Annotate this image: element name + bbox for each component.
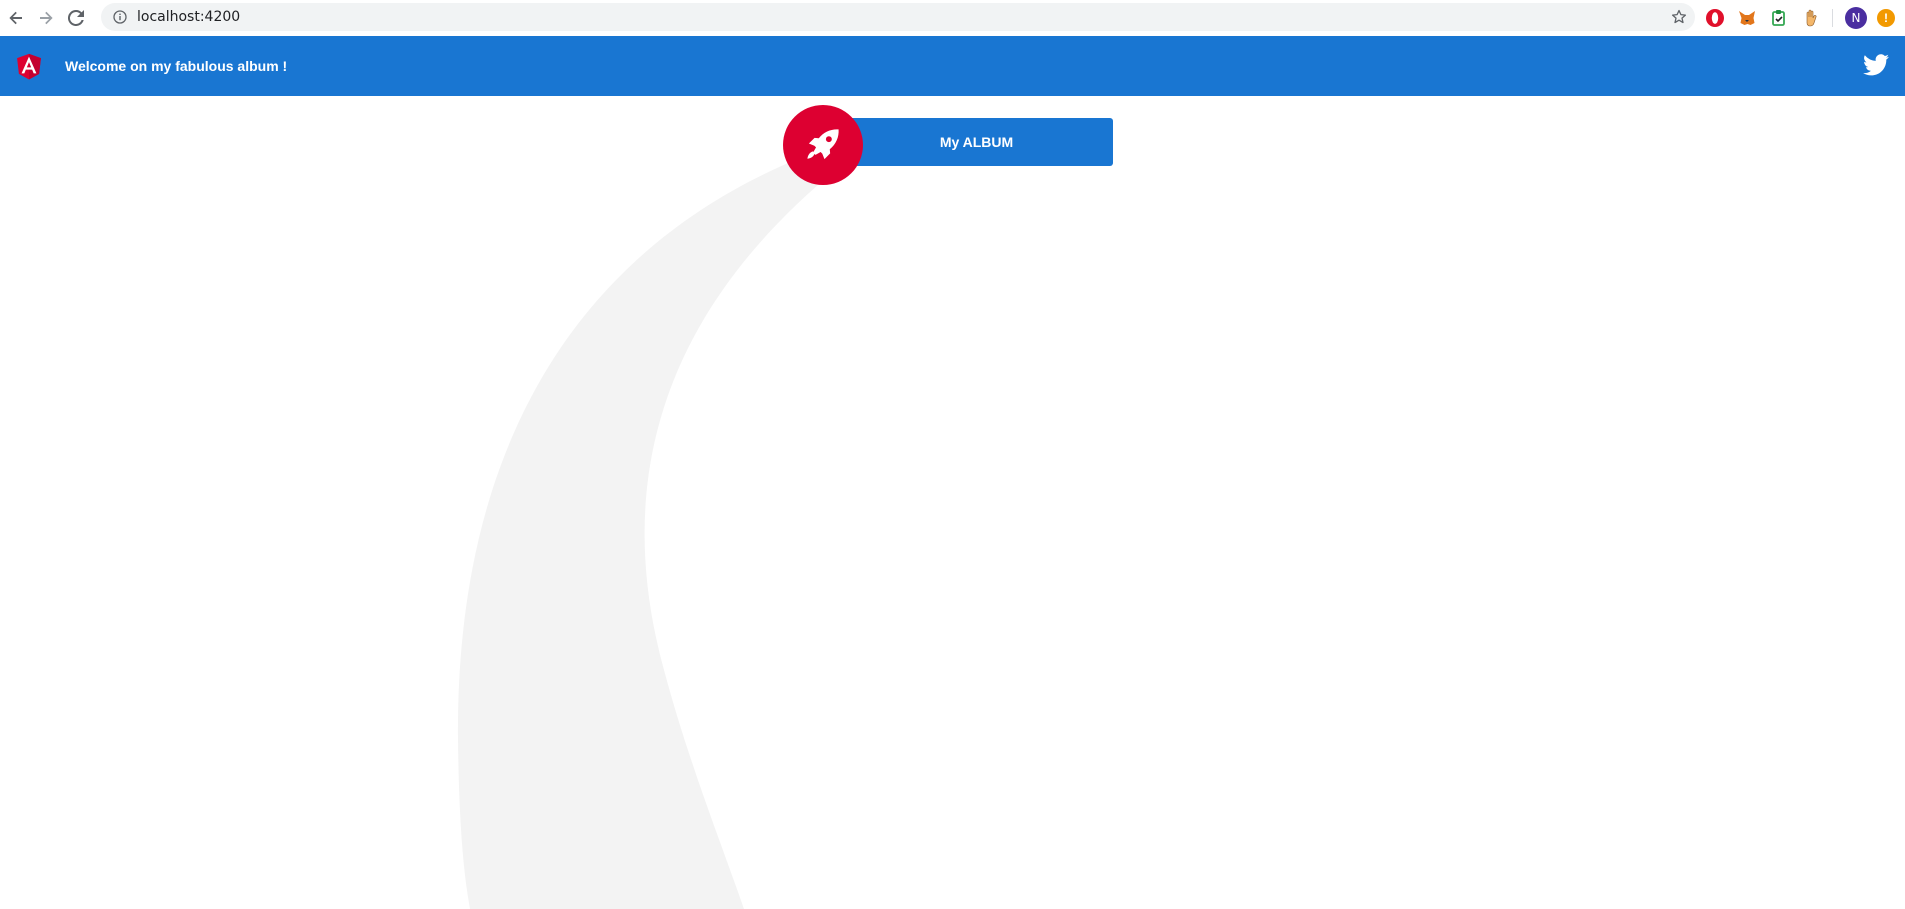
opera-extension-button[interactable] (1704, 7, 1726, 29)
metamask-fox-icon (1739, 11, 1755, 25)
app-toolbar: Welcome on my fabulous album ! (0, 36, 1905, 96)
opera-extension-icon (1706, 9, 1724, 27)
browser-chrome: localhost:4200 N ! (0, 0, 1905, 36)
hand-extension-button[interactable] (1800, 7, 1822, 29)
back-button[interactable] (2, 4, 30, 32)
profile-avatar[interactable]: N (1845, 7, 1867, 29)
reload-button[interactable] (62, 4, 90, 32)
clipboard-extension-button[interactable] (1768, 7, 1790, 29)
info-icon[interactable] (113, 10, 127, 24)
metamask-extension-button[interactable] (1736, 7, 1758, 29)
forward-button[interactable] (32, 4, 60, 32)
my-album-button[interactable]: My ALBUM (840, 118, 1113, 166)
clipboard-extension-icon (1772, 10, 1785, 26)
forward-arrow-icon (40, 11, 53, 25)
reload-icon (68, 10, 84, 26)
extensions-area: N ! (1704, 4, 1895, 32)
angular-logo-icon (17, 53, 41, 80)
bookmark-star-icon[interactable] (1671, 9, 1687, 25)
url-text[interactable]: localhost:4200 (137, 9, 240, 25)
toolbar-divider (1832, 9, 1833, 27)
hand-extension-icon (1806, 9, 1817, 27)
toolbar-title: Welcome on my fabulous album ! (65, 58, 288, 74)
twitter-icon (1863, 54, 1889, 76)
trail-shape (457, 158, 838, 909)
address-bar[interactable]: localhost:4200 (101, 3, 1695, 31)
rocket-icon (807, 129, 839, 160)
update-warning-icon[interactable]: ! (1877, 9, 1895, 27)
back-arrow-icon (9, 11, 22, 25)
twitter-link[interactable] (1863, 52, 1889, 78)
rocket-badge (783, 105, 863, 185)
